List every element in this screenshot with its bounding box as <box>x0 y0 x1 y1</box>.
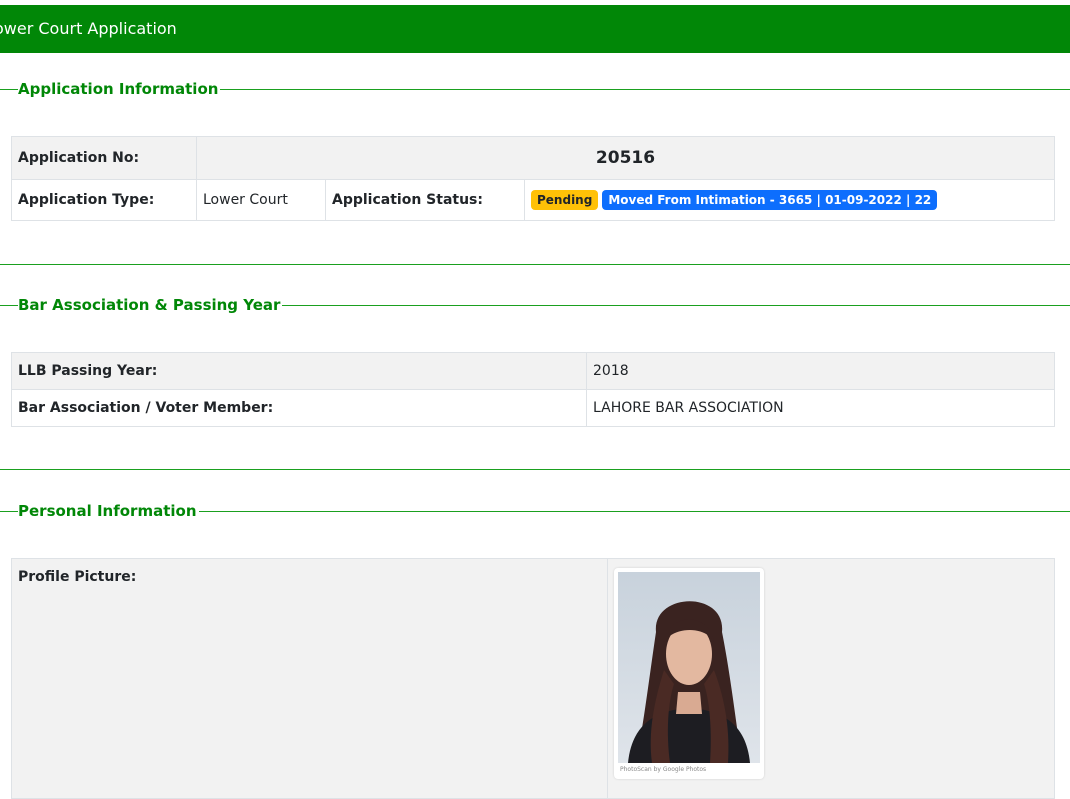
bar-association-label: Bar Association / Voter Member: <box>11 389 587 427</box>
profile-photo <box>618 572 760 763</box>
table-row: Bar Association / Voter Member: LAHORE B… <box>11 389 1055 427</box>
llb-passing-year-value: 2018 <box>586 352 1055 390</box>
application-info-heading: Application Information <box>18 79 221 99</box>
table-row: Application Type: Lower Court Applicatio… <box>11 179 1056 221</box>
personal-info-heading: Personal Information <box>18 501 199 521</box>
section-divider <box>0 264 1070 265</box>
status-detail-badge: Moved From Intimation - 3665 | 01-09-202… <box>602 190 938 210</box>
person-silhouette-icon <box>618 572 760 763</box>
application-status-cell: Pending Moved From Intimation - 3665 | 01… <box>523 179 1056 221</box>
llb-passing-year-label: LLB Passing Year: <box>11 352 587 390</box>
bar-association-heading: Bar Association & Passing Year <box>18 295 283 315</box>
table-row: Profile Picture: <box>11 558 1055 799</box>
bar-association-value: LAHORE BAR ASSOCIATION <box>586 389 1055 427</box>
bar-association-legend: Bar Association & Passing Year <box>0 293 1070 317</box>
application-no-value: 20516 <box>195 136 1056 180</box>
page-header: ower Court Application <box>0 5 1070 53</box>
application-status-label: Application Status: <box>325 179 525 221</box>
application-type-label: Application Type: <box>11 179 197 221</box>
page-title: ower Court Application <box>0 19 177 38</box>
personal-info-table: Profile Picture: <box>11 558 1055 799</box>
status-badge: Pending <box>531 190 599 210</box>
table-row: Application No: 20516 <box>11 136 1056 180</box>
profile-picture-label: Profile Picture: <box>11 558 608 799</box>
application-info-table: Application No: 20516 Application Type: … <box>11 136 1056 221</box>
application-info-legend: Application Information <box>0 77 1070 101</box>
section-divider <box>0 469 1070 470</box>
photo-caption: PhotoScan by Google Photos <box>620 766 707 773</box>
table-row: LLB Passing Year: 2018 <box>11 352 1055 390</box>
bar-association-table: LLB Passing Year: 2018 Bar Association /… <box>11 352 1055 427</box>
profile-picture-thumbnail[interactable]: PhotoScan by Google Photos <box>614 568 764 779</box>
personal-info-legend: Personal Information <box>0 499 1070 523</box>
application-no-label: Application No: <box>11 136 197 180</box>
application-type-value: Lower Court <box>196 179 326 221</box>
